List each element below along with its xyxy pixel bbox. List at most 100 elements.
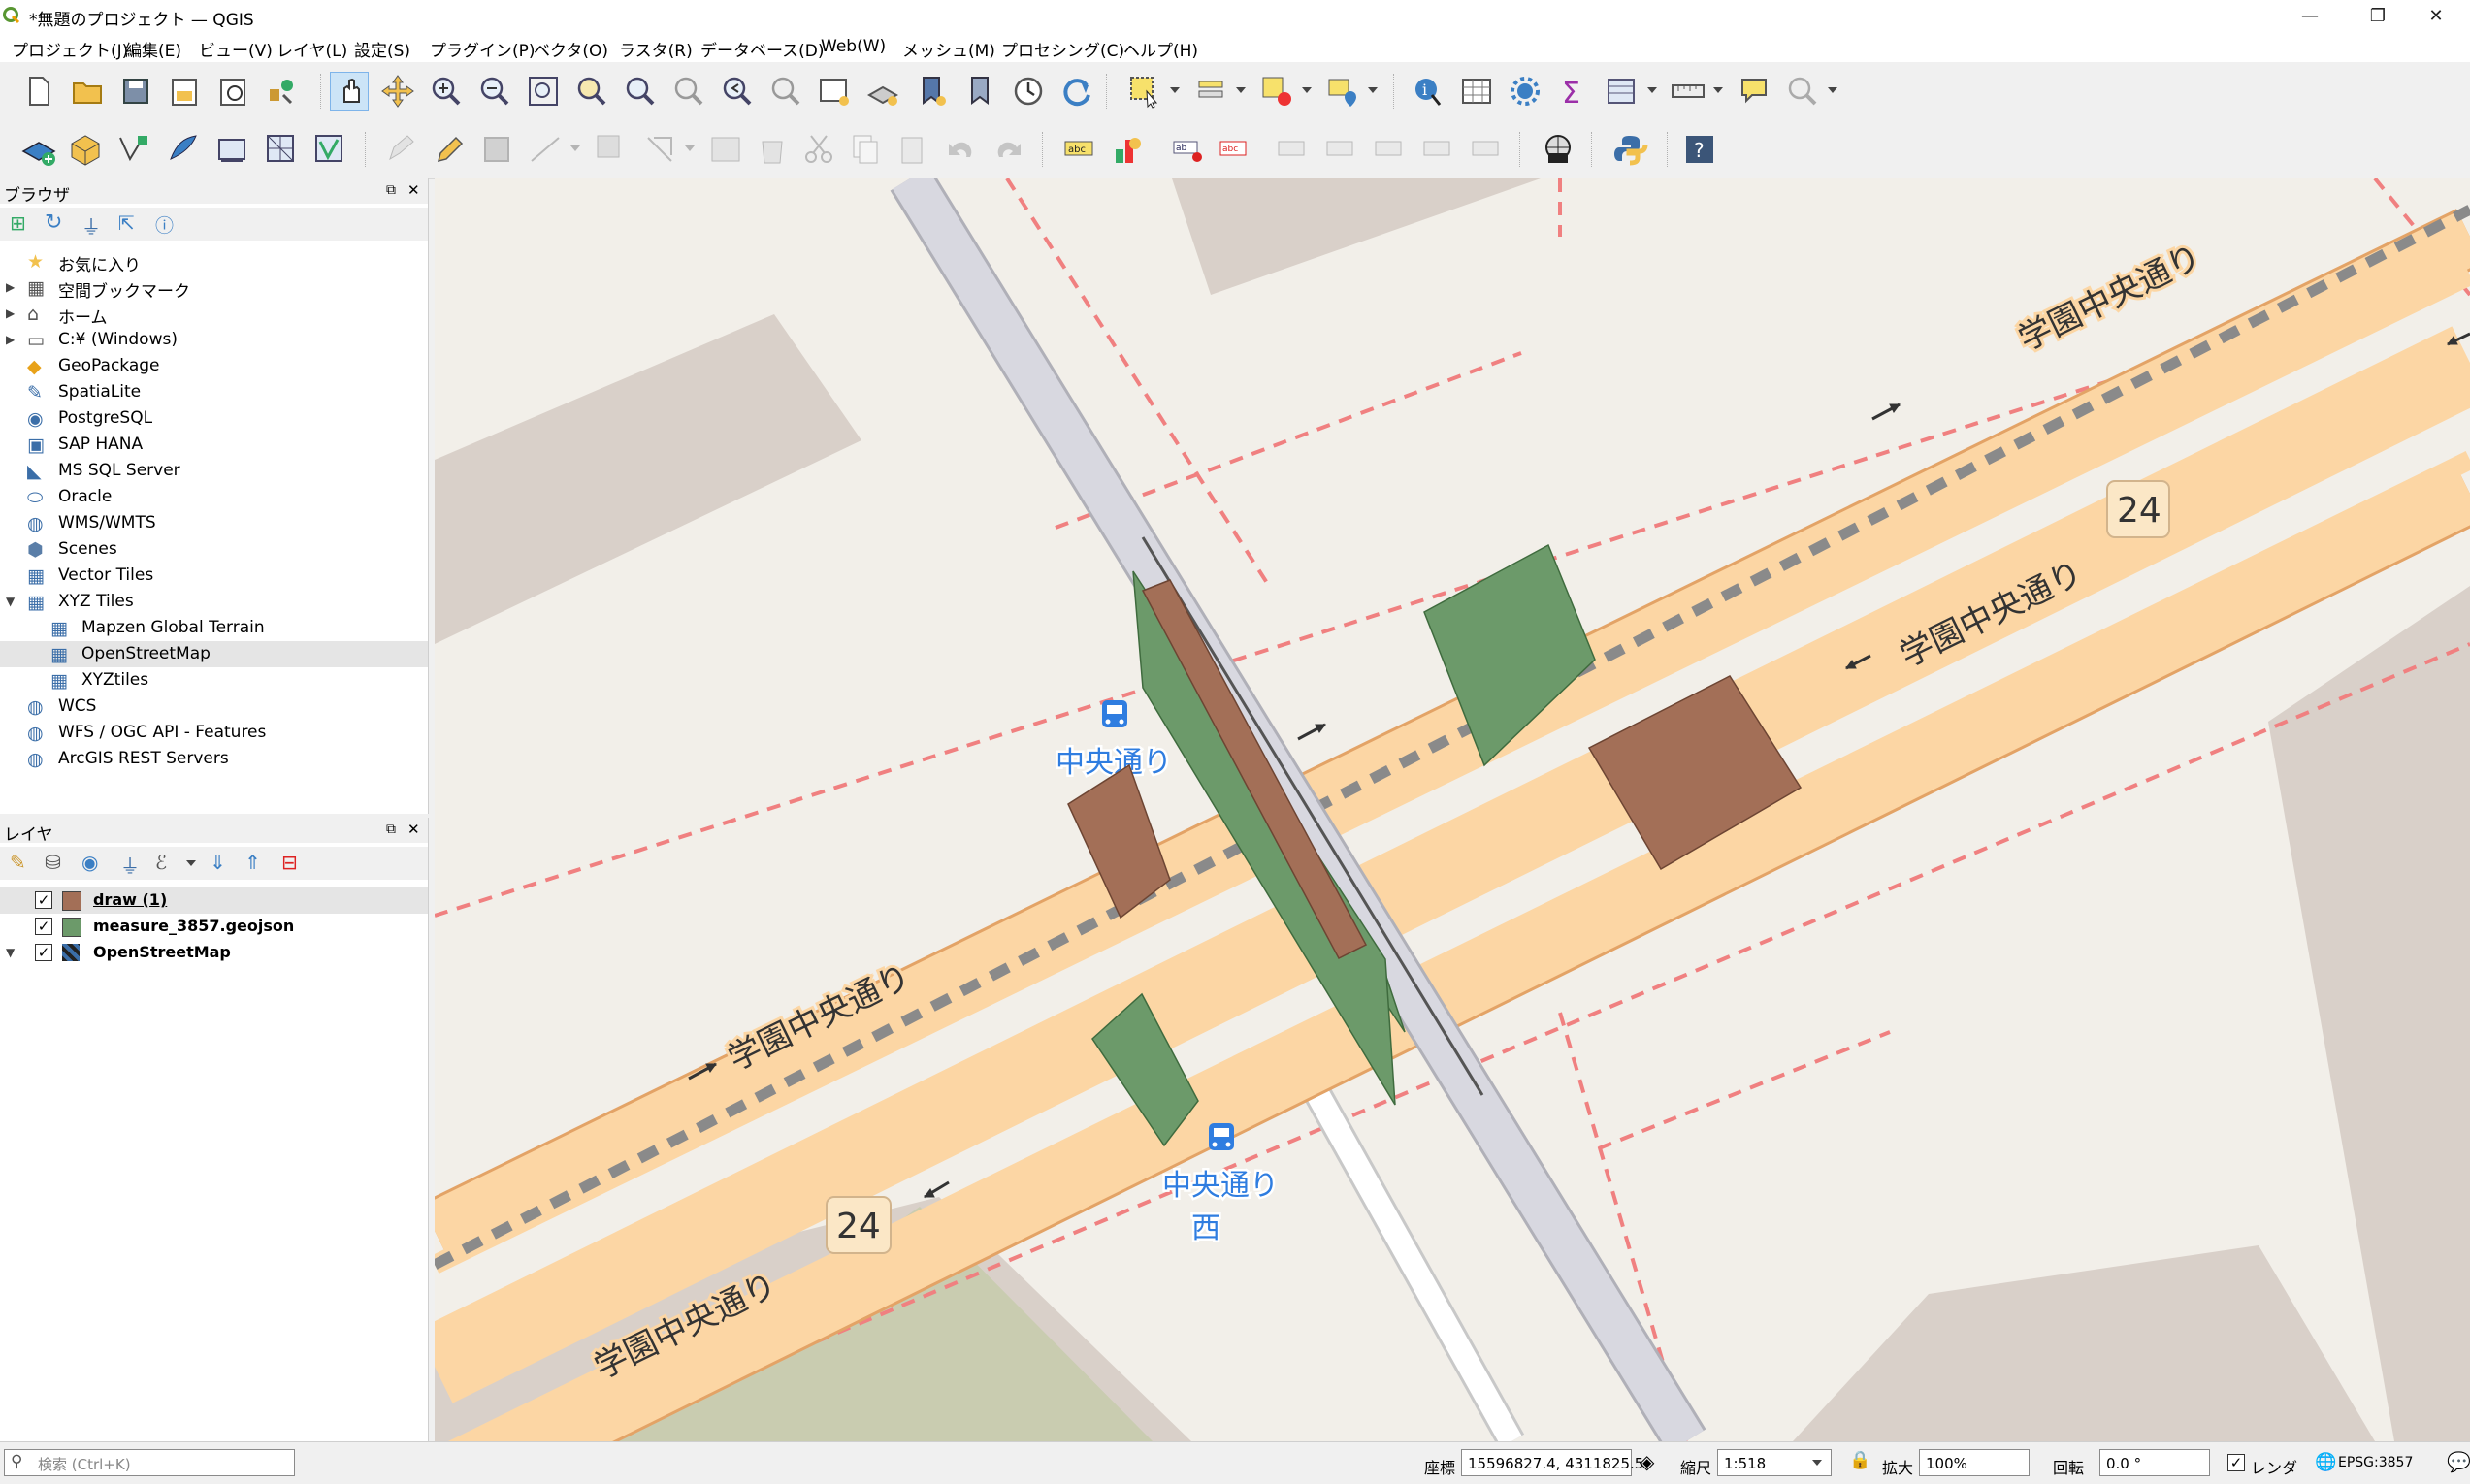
browser-item[interactable]: ★ お気に入り <box>0 248 428 275</box>
bus-stop-icon[interactable] <box>1209 1123 1234 1150</box>
label-toolbar-icon[interactable]: abc <box>1059 130 1098 169</box>
layer-item[interactable]: ▼ ✓ OpenStreetMap <box>0 940 428 966</box>
browser-item[interactable]: ▦ Vector Tiles <box>0 563 428 589</box>
new-mesh-layer-icon[interactable] <box>262 130 301 169</box>
diagram-options-icon[interactable] <box>1108 130 1147 169</box>
zoom-out-icon[interactable] <box>475 72 514 111</box>
locator-search-box[interactable]: ⚲ 検索 (Ctrl+K) <box>4 1449 295 1476</box>
layer-item[interactable]: ✓ draw (1) <box>0 887 428 914</box>
deselect-dropdown-arrow[interactable] <box>1302 87 1312 93</box>
menu-settings[interactable]: 設定(S) <box>354 37 410 61</box>
temporal-controller-icon[interactable] <box>1009 72 1048 111</box>
python-console-icon[interactable] <box>1610 130 1649 169</box>
menu-project[interactable]: プロジェクト(J) <box>12 37 128 61</box>
browser-item[interactable]: ▶ ▭ C:¥ (Windows) <box>0 327 428 353</box>
browser-item[interactable]: ▦ Mapzen Global Terrain <box>0 615 428 641</box>
locator-search-icon[interactable] <box>1783 72 1822 111</box>
add-selected-layers-icon[interactable]: ⊞ <box>10 211 26 235</box>
add-group-icon[interactable]: ⛁ <box>45 851 61 874</box>
browser-item[interactable]: ◍ WCS <box>0 694 428 720</box>
modify-attributes-icon[interactable] <box>640 130 679 169</box>
map-tips-icon[interactable] <box>1735 72 1773 111</box>
scale-dropdown-arrow[interactable] <box>1812 1460 1822 1466</box>
map-canvas[interactable]: 学園中央通り 学園中央通り 学園中央通り 学園中央通り 24 24 中央通り 中… <box>435 178 2470 1441</box>
zoom-full-icon[interactable] <box>524 72 563 111</box>
filter-icon[interactable]: ⏚ <box>81 211 101 240</box>
digitize-vertex-icon[interactable] <box>114 130 153 169</box>
minimize-button[interactable]: — <box>2276 0 2344 33</box>
menu-web[interactable]: Web(W) <box>821 37 886 56</box>
menu-help[interactable]: ヘルプ(H) <box>1123 37 1198 61</box>
zoom-to-layer-icon[interactable] <box>621 72 660 111</box>
copy-icon[interactable] <box>846 130 885 169</box>
remove-layer-icon[interactable]: ⊟ <box>281 851 298 874</box>
crs-globe-icon[interactable]: 🌐 <box>2315 1452 2336 1472</box>
new-print-layout-icon[interactable] <box>165 72 204 111</box>
magnifier-spinbox[interactable]: 100% <box>1919 1449 2030 1476</box>
new-spatialite-layer-icon[interactable] <box>163 130 202 169</box>
redo-icon[interactable] <box>990 130 1028 169</box>
layer-visibility-checkbox[interactable]: ✓ <box>35 944 52 961</box>
menu-mesh[interactable]: メッシュ(M) <box>902 37 995 61</box>
save-project-icon[interactable] <box>116 72 155 111</box>
info-icon[interactable]: ⓘ <box>155 211 174 238</box>
delete-selected-icon[interactable] <box>753 130 792 169</box>
open-project-icon[interactable] <box>68 72 107 111</box>
toolbox-gear-icon[interactable] <box>1506 72 1544 111</box>
layer-visibility-checkbox[interactable]: ✓ <box>35 918 52 935</box>
float-panel-icon[interactable]: ⧉ <box>386 182 396 198</box>
menu-raster[interactable]: ラスタ(R) <box>619 37 693 61</box>
style-manager-icon[interactable] <box>262 72 301 111</box>
toggle-editing-pencil-icon[interactable] <box>429 130 468 169</box>
select-value-dropdown-arrow[interactable] <box>1236 87 1246 93</box>
messages-icon[interactable]: 💬 <box>2447 1450 2470 1473</box>
browser-item[interactable]: ▶ ⌂ ホーム <box>0 301 428 328</box>
refresh-icon[interactable]: ↻ <box>45 210 62 235</box>
browser-item[interactable]: ⬭ Oracle <box>0 484 428 510</box>
expand-arrow-icon[interactable]: ▶ <box>6 333 15 346</box>
menu-edit[interactable]: 編集(E) <box>125 37 181 61</box>
menu-database[interactable]: データベース(D) <box>700 37 825 61</box>
select-features-icon[interactable] <box>1125 72 1164 111</box>
locator-dropdown-arrow[interactable] <box>1828 87 1837 93</box>
paste-icon[interactable] <box>893 130 931 169</box>
close-panel-icon[interactable]: ✕ <box>407 821 420 838</box>
undo-icon[interactable] <box>941 130 980 169</box>
float-panel-icon[interactable]: ⧉ <box>386 822 396 837</box>
edit-table-icon[interactable] <box>706 130 745 169</box>
menu-layer[interactable]: レイヤ(L) <box>276 37 347 61</box>
statistics-sigma-icon[interactable]: Σ <box>1554 72 1593 111</box>
filter-expression-dropdown-arrow[interactable] <box>186 860 196 866</box>
measure-dropdown-arrow[interactable] <box>1713 87 1723 93</box>
bus-stop-icon[interactable] <box>1102 700 1127 727</box>
coordinate-field[interactable]: 15596827.4, 4311825.5 <box>1461 1449 1643 1476</box>
browser-item[interactable]: ◣ MS SQL Server <box>0 458 428 484</box>
new-project-icon[interactable] <box>19 72 58 111</box>
show-hide-label-icon[interactable] <box>1273 130 1312 169</box>
pin-unpin-label-icon[interactable]: abc <box>1215 130 1253 169</box>
zoom-in-icon[interactable] <box>427 72 466 111</box>
filter-legend-icon[interactable]: ⏚ <box>120 851 140 879</box>
show-bookmarks-icon[interactable] <box>960 72 999 111</box>
digitize-line-icon[interactable] <box>526 130 565 169</box>
filter-expression-icon[interactable]: ℰ <box>155 851 167 874</box>
expand-arrow-icon[interactable]: ▼ <box>6 595 15 608</box>
move-label-icon[interactable] <box>1321 130 1360 169</box>
deselect-icon[interactable] <box>1257 72 1296 111</box>
modify-dropdown-arrow[interactable] <box>685 145 695 151</box>
select-dropdown-arrow[interactable] <box>1170 87 1180 93</box>
expand-arrow-icon[interactable]: ▶ <box>6 306 15 320</box>
layer-styling-icon[interactable]: ✎ <box>10 851 26 874</box>
browser-item[interactable]: ◆ GeoPackage <box>0 353 428 379</box>
browser-item[interactable]: ✎ SpatiaLite <box>0 379 428 405</box>
plugin-globe-icon[interactable] <box>1539 130 1577 169</box>
toggle-extents-icon[interactable]: ◈ <box>1640 1450 1654 1473</box>
close-button[interactable]: ✕ <box>2402 0 2470 33</box>
close-panel-icon[interactable]: ✕ <box>407 181 420 199</box>
map-svg[interactable]: 学園中央通り 学園中央通り 学園中央通り 学園中央通り 24 24 中央通り 中… <box>435 178 2470 1441</box>
expand-all-icon[interactable]: ⇓ <box>210 851 226 874</box>
browser-item[interactable]: ⬢ Scenes <box>0 536 428 563</box>
new-map-view-icon[interactable] <box>815 72 854 111</box>
digitize-dropdown-arrow[interactable] <box>570 145 580 151</box>
pan-to-selection-icon[interactable] <box>378 72 417 111</box>
